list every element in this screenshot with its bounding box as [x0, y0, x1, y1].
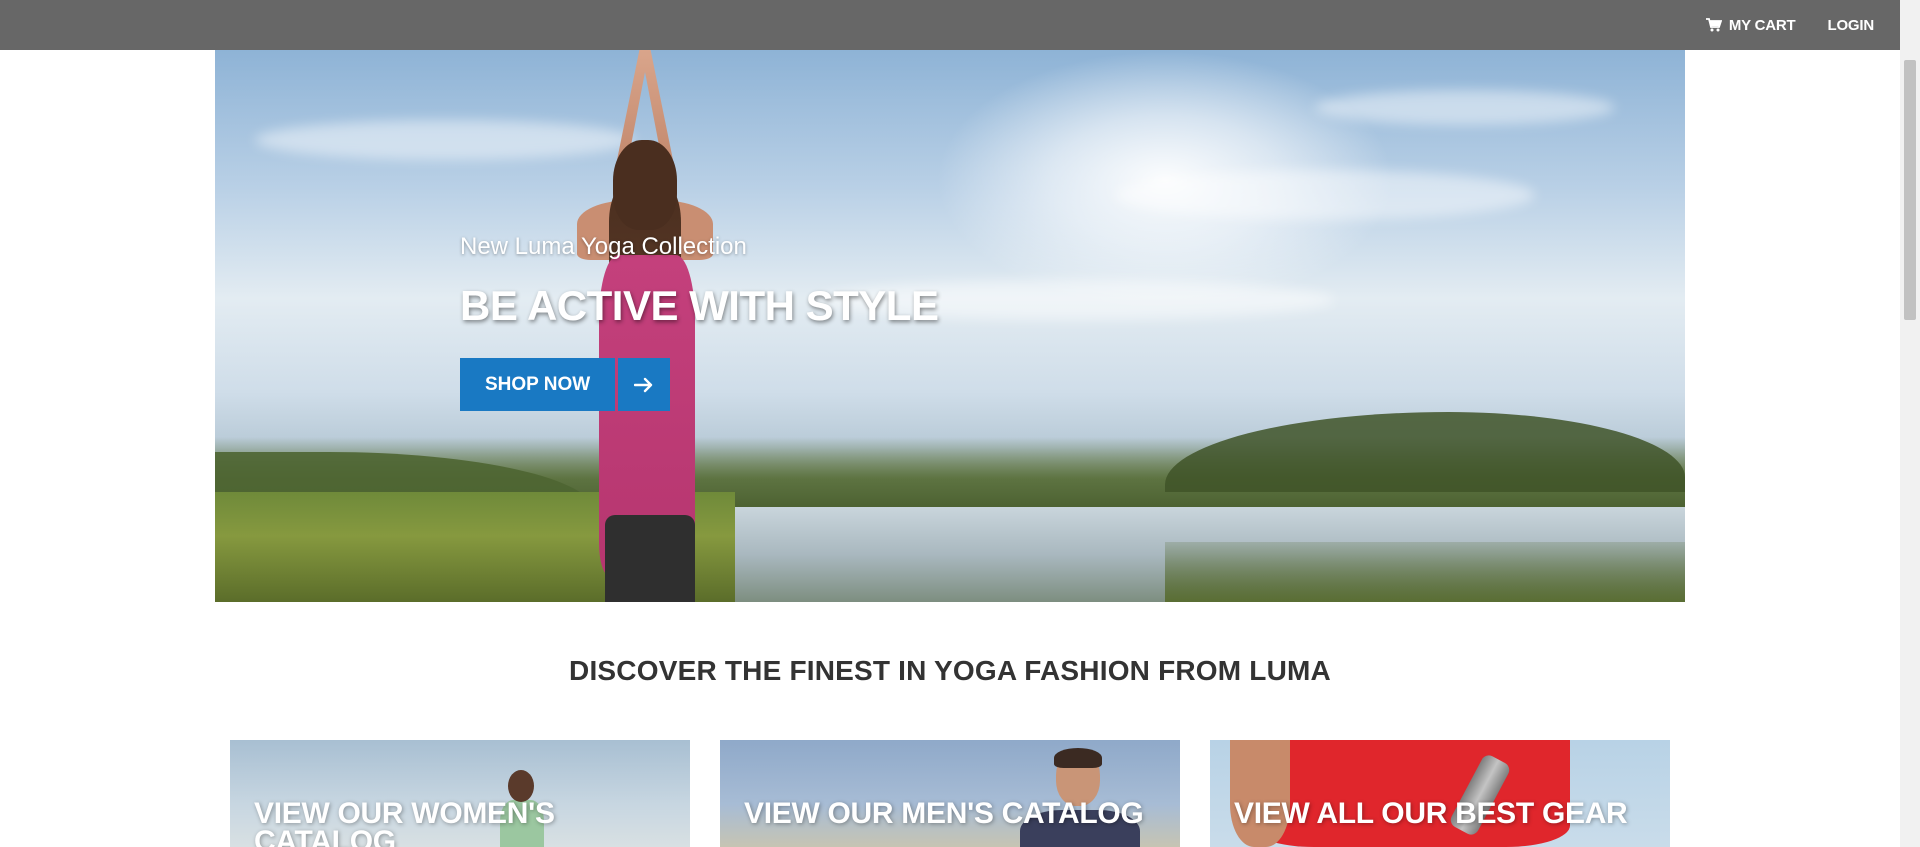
shop-now-label: SHOP NOW	[460, 358, 616, 411]
hero-title: BE ACTIVE WITH STYLE	[460, 282, 939, 329]
best-gear-card[interactable]: VIEW ALL OUR BEST GEAR	[1210, 740, 1670, 847]
top-nav: MY CART LOGIN	[1705, 0, 1875, 50]
best-gear-caption: VIEW ALL OUR BEST GEAR	[1234, 797, 1628, 830]
womens-catalog-card[interactable]: VIEW OUR WOMEN'S CATALOG	[230, 740, 690, 847]
hero-banner: New Luma Yoga Collection BE ACTIVE WITH …	[215, 50, 1685, 602]
top-bar: MY CART LOGIN	[0, 0, 1900, 50]
womens-catalog-caption: VIEW OUR WOMEN'S CATALOG	[254, 797, 555, 847]
scrollbar-thumb[interactable]	[1904, 60, 1916, 320]
hero-cloud	[1315, 90, 1615, 125]
figure-head	[613, 140, 677, 230]
cart-icon	[1705, 18, 1722, 32]
hero-cloud	[1115, 170, 1535, 220]
mens-catalog-caption: VIEW OUR MEN'S CATALOG	[744, 797, 1144, 830]
men-model-hair	[1054, 748, 1102, 768]
page-scrollbar[interactable]	[1900, 0, 1920, 847]
my-cart-label: MY CART	[1728, 16, 1796, 34]
figure-legs	[605, 515, 695, 602]
gear-red-shirt	[1250, 740, 1570, 847]
gear-arm	[1230, 740, 1290, 847]
section-heading: DISCOVER THE FINEST IN YOGA FASHION FROM…	[569, 655, 1331, 686]
arrow-right-icon	[618, 358, 671, 411]
mens-catalog-card[interactable]: VIEW OUR MEN'S CATALOG	[720, 740, 1180, 847]
hero-grass-right	[1165, 542, 1685, 602]
hero-trees-right	[1165, 412, 1685, 492]
login-link[interactable]: LOGIN	[1828, 17, 1875, 34]
my-cart-link[interactable]: MY CART	[1705, 16, 1796, 34]
login-label: LOGIN	[1827, 16, 1875, 34]
hero-subtitle: New Luma Yoga Collection	[460, 233, 747, 260]
shop-now-button[interactable]: SHOP NOW	[460, 358, 671, 411]
